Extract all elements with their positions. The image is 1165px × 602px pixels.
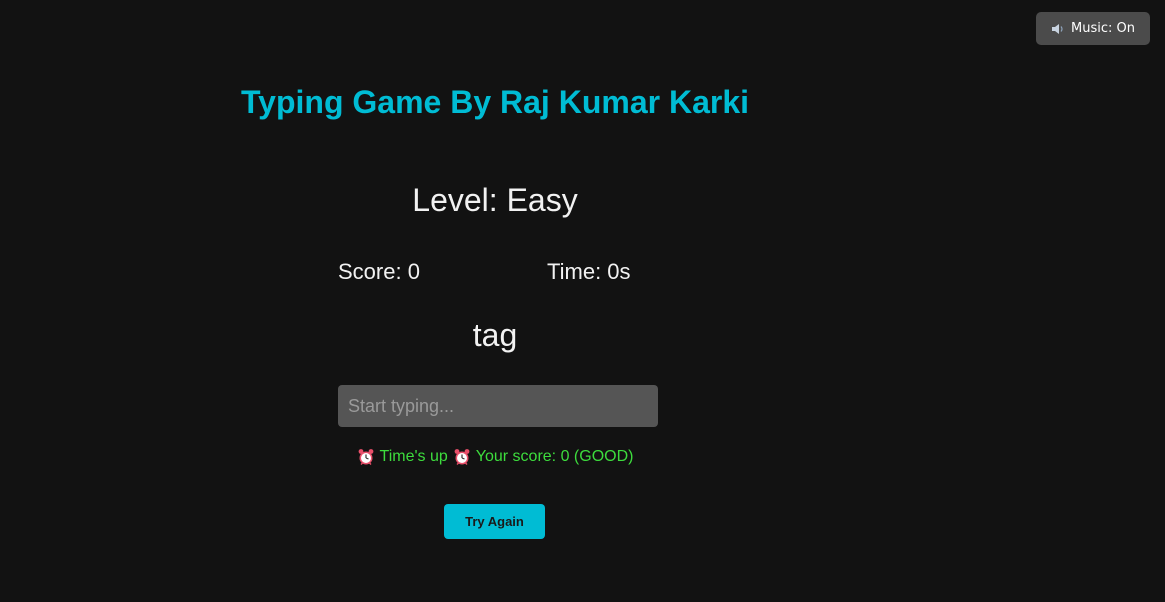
try-again-button[interactable]: Try Again xyxy=(444,504,545,539)
music-toggle-button[interactable]: Music: On xyxy=(1036,12,1150,45)
final-score-text: Your score: 0 (GOOD) xyxy=(475,448,634,465)
speaker-icon xyxy=(1051,23,1065,35)
stats-row: Score: 0 Time: 0s xyxy=(338,259,638,289)
level-display: Level: Easy xyxy=(412,182,578,218)
music-toggle-label: Music: On xyxy=(1071,21,1135,36)
alarm-clock-icon xyxy=(453,448,471,466)
score-display: Score: 0 xyxy=(338,259,420,284)
game-page: Music: On Typing Game By Raj Kumar Karki… xyxy=(0,0,1165,602)
typing-input[interactable] xyxy=(338,385,658,427)
current-word: tag xyxy=(472,317,518,353)
game-title: Typing Game By Raj Kumar Karki xyxy=(241,84,749,120)
alarm-clock-icon xyxy=(357,448,375,466)
typing-input-wrapper xyxy=(338,385,658,427)
result-message: Time's up Your score: 0 (GOOD) xyxy=(240,448,750,466)
time-display: Time: 0s xyxy=(547,259,631,284)
times-up-text: Time's up xyxy=(379,448,448,465)
